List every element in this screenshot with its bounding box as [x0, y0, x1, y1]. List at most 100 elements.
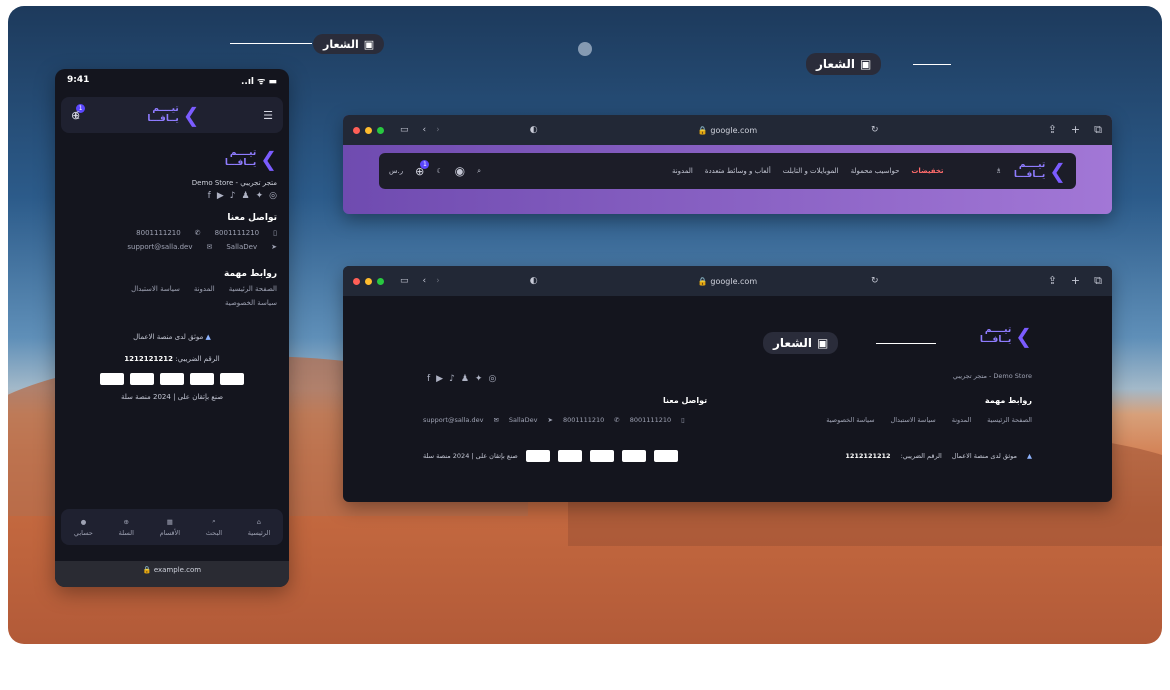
window-controls: [353, 277, 384, 285]
menu-icon[interactable]: ☰: [263, 109, 273, 122]
link-blog[interactable]: المدونة: [952, 416, 971, 424]
payment-card: [589, 450, 614, 462]
reload-icon[interactable]: ↻: [871, 125, 879, 135]
link-exchange[interactable]: سياسة الاستبدال: [131, 285, 180, 293]
close-button[interactable]: [353, 126, 360, 134]
store-logo[interactable]: ❯ تيــــم يــافـــا: [147, 104, 199, 125]
send-icon: ➤: [271, 243, 277, 251]
snapchat-icon[interactable]: ♟: [242, 191, 250, 201]
copyright: صنع بإتقان على | 2024 منصة سلة: [423, 452, 518, 460]
new-tab-icon[interactable]: +: [1071, 123, 1080, 137]
nav-games[interactable]: ألعاب و وسائط متعددة: [705, 167, 771, 175]
nav-laptops[interactable]: حواسيب محمولة: [851, 167, 900, 175]
instagram-icon[interactable]: ◎: [488, 374, 496, 384]
reload-icon[interactable]: ↻: [871, 276, 879, 286]
link-blog[interactable]: المدونة: [194, 285, 215, 293]
youtube-icon[interactable]: ▶: [217, 191, 224, 201]
twitter-icon[interactable]: ✦: [475, 374, 483, 384]
facebook-icon[interactable]: f: [427, 374, 430, 384]
zoom-button[interactable]: [377, 126, 384, 134]
share-icon[interactable]: ⇪: [1048, 123, 1057, 137]
link-privacy[interactable]: سياسة الخصوصية: [225, 299, 277, 307]
zoom-button[interactable]: [377, 277, 384, 285]
payment-methods: [67, 373, 277, 385]
payment-copyright-row: صنع بإتقان على | 2024 منصة سلة: [423, 450, 678, 462]
phone-icon: ✆: [614, 416, 620, 424]
tabs-icon[interactable]: ⧉: [1094, 123, 1102, 137]
forward-icon[interactable]: ›: [436, 276, 440, 286]
address-bar[interactable]: 🔒 google.com: [698, 277, 757, 286]
payment-card: [621, 450, 646, 462]
payment-card: [525, 450, 550, 462]
contact-title: تواصل معنا: [227, 213, 277, 223]
youtube-icon[interactable]: ▶: [436, 374, 443, 384]
search-icon[interactable]: ⌕: [477, 167, 481, 176]
tab-cart[interactable]: ⊕ السلة: [119, 518, 134, 537]
minimize-button[interactable]: [365, 126, 372, 134]
payment-card: [130, 373, 154, 385]
link-home[interactable]: الصفحة الرئيسية: [987, 416, 1032, 424]
desktop-browser-header: ▭ ‹ › ◐ 🔒 google.com ↻ ⇪ + ⧉ ❯ تيــــم يـ…: [343, 115, 1112, 214]
payment-card: [190, 373, 214, 385]
logo-callout: ▣ الشعار: [763, 332, 839, 354]
facebook-icon[interactable]: f: [208, 191, 211, 201]
address-bar[interactable]: 🔒 google.com: [698, 126, 757, 135]
mobile-url-bar[interactable]: 🔒 example.com: [55, 561, 289, 587]
back-icon[interactable]: ‹: [423, 125, 427, 135]
home-icon: ⌂: [256, 517, 262, 526]
avatar[interactable]: ◉: [455, 164, 465, 178]
twitter-icon[interactable]: ✦: [256, 191, 264, 201]
mobile-icon: ▯: [681, 416, 685, 424]
cart-icon[interactable]: ⊕ 1: [415, 159, 430, 178]
mail-icon: ✉: [206, 243, 213, 251]
image-icon: ▣: [363, 37, 375, 51]
browser-toolbar: ▭ ‹ › ◐ 🔒 google.com ↻ ⇪ + ⧉: [343, 266, 1112, 296]
payment-card: [220, 373, 244, 385]
new-tab-icon[interactable]: +: [1071, 274, 1080, 288]
mascot-icon: ♗: [995, 167, 1002, 175]
sidebar-icon[interactable]: ▭: [400, 276, 409, 286]
forward-icon[interactable]: ›: [436, 125, 440, 135]
tiktok-icon[interactable]: ♪: [230, 191, 236, 201]
tab-account[interactable]: ● حسابي: [74, 518, 93, 537]
browser-toolbar: ▭ ‹ › ◐ 🔒 google.com ↻ ⇪ + ⧉: [343, 115, 1112, 145]
back-icon[interactable]: ‹: [423, 276, 427, 286]
copyright: صنع بإتقان على | 2024 منصة سلة: [120, 393, 224, 401]
store-logo[interactable]: ❯ تيــــم يــافـــا: [1014, 160, 1066, 181]
logo-callout-top: ▣ الشعار: [313, 34, 385, 54]
minimize-button[interactable]: [365, 277, 372, 285]
nav-blog[interactable]: المدونة: [672, 167, 693, 175]
link-home[interactable]: الصفحة الرئيسية: [229, 285, 277, 293]
avatar: ●: [80, 517, 87, 526]
send-icon: ➤: [547, 416, 553, 424]
shield-icon[interactable]: ◐: [530, 125, 538, 135]
nav-mobiles[interactable]: الموبايلات و التابلت: [783, 167, 839, 175]
currency-selector[interactable]: ر.س: [389, 167, 403, 175]
sidebar-icon[interactable]: ▭: [400, 125, 409, 135]
tab-home[interactable]: ⌂ الرئيسية: [248, 518, 270, 537]
tab-categories[interactable]: ▦ الأقسام: [160, 518, 180, 537]
link-exchange[interactable]: سياسة الاستبدال: [891, 416, 936, 424]
tiktok-icon[interactable]: ♪: [449, 374, 455, 384]
tab-search[interactable]: ⌕ البحث: [206, 517, 222, 537]
snapchat-icon[interactable]: ♟: [461, 374, 469, 384]
moon-icon[interactable]: ☾: [436, 167, 442, 175]
cart-icon: ⊕: [123, 517, 129, 526]
shield-icon[interactable]: ◐: [530, 276, 538, 286]
moon-icon[interactable]: ☾: [74, 109, 84, 122]
moon: [578, 42, 592, 56]
trust-badge: ▲ موثق لدى منصة الاعمال: [133, 333, 211, 341]
instagram-icon[interactable]: ◎: [269, 191, 277, 201]
window-controls: [353, 126, 384, 134]
desktop-footer: ▣ الشعار ❯ تيــــم يــافـــا f ▶ ♪ ♟ ✦ ◎ …: [343, 296, 1112, 502]
close-button[interactable]: [353, 277, 360, 285]
share-icon[interactable]: ⇪: [1048, 274, 1057, 288]
links-title: روابط مهمة: [223, 269, 277, 279]
link-privacy[interactable]: سياسة الخصوصية: [826, 416, 874, 424]
links-row: سياسة الخصوصية: [67, 299, 277, 307]
mobile-preview: 9:41 ..ıl ᯤ ▬ ⊕ 1 ☾ ❯ تيــــم يــافـــا ☰ …: [55, 69, 289, 587]
nav-sale[interactable]: تخفيضات: [911, 167, 943, 175]
status-bar: 9:41 ..ıl ᯤ ▬: [67, 75, 277, 87]
contact-title: تواصل معنا: [663, 396, 708, 405]
tabs-icon[interactable]: ⧉: [1094, 274, 1102, 288]
